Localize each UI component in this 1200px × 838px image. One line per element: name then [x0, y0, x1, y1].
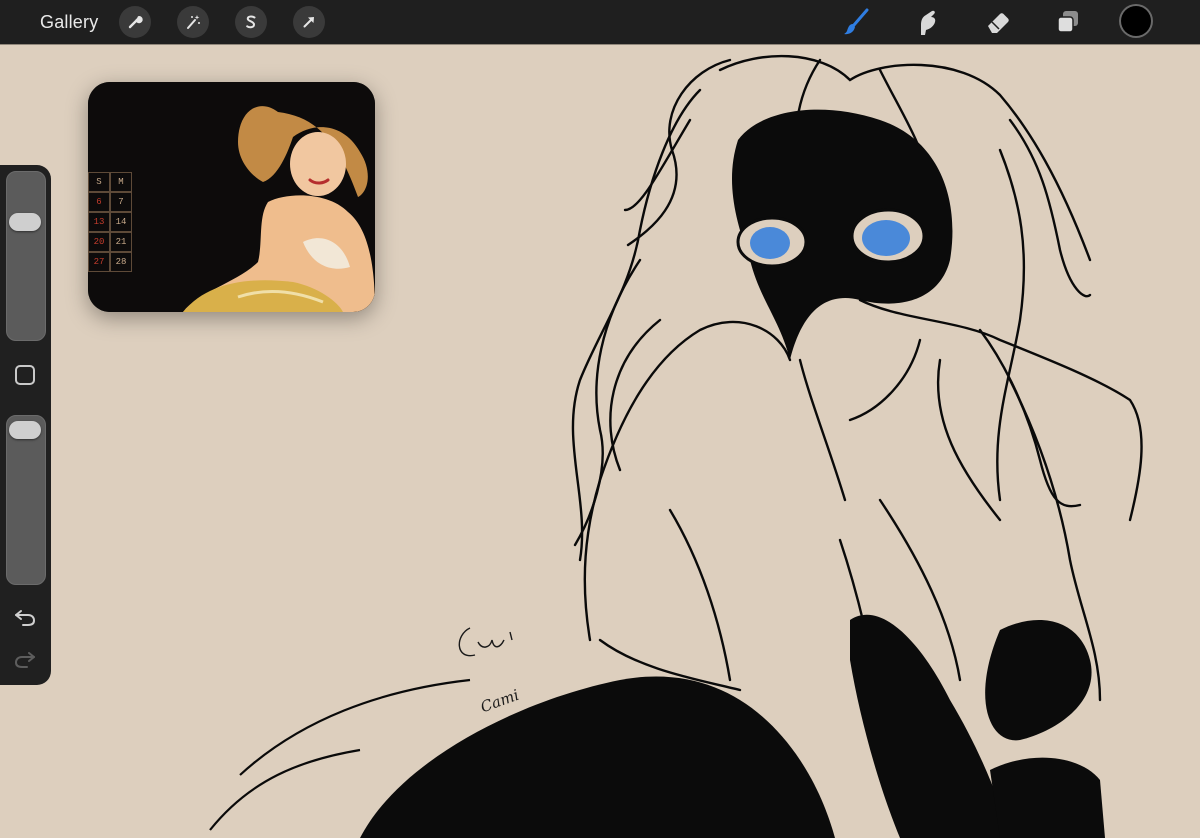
calendar-fragment: S M 6 7 13 14 20 21 27 28 [88, 172, 132, 272]
calendar-row: 20 21 [88, 232, 132, 252]
signature-glyphs [458, 627, 513, 657]
reference-window[interactable]: S M 6 7 13 14 20 21 27 28 [88, 82, 375, 312]
actions-wrench-icon[interactable] [119, 6, 151, 38]
transform-arrow-icon[interactable] [293, 6, 325, 38]
opacity-slider-thumb[interactable] [9, 420, 41, 439]
opacity-slider[interactable] [6, 415, 46, 585]
calendar-cell: 28 [110, 252, 132, 272]
brush-size-slider[interactable] [6, 171, 46, 341]
calendar-row: 6 7 [88, 192, 132, 212]
redo-icon[interactable] [13, 647, 37, 671]
adjustments-magic-wand-icon[interactable] [177, 6, 209, 38]
calendar-cell: 14 [110, 212, 132, 232]
eraser-icon[interactable] [980, 4, 1016, 40]
left-sidebar [0, 165, 51, 685]
brush-size-slider-thumb[interactable] [9, 213, 41, 232]
selection-s-icon[interactable] [235, 6, 267, 38]
calendar-row: 27 28 [88, 252, 132, 272]
undo-icon[interactable] [13, 605, 37, 629]
layers-icon[interactable] [1050, 4, 1086, 40]
gallery-button[interactable]: Gallery [40, 0, 98, 44]
paint-brush-icon[interactable] [838, 4, 874, 40]
calendar-cell: 7 [110, 192, 132, 212]
top-toolbar: Gallery [0, 0, 1200, 44]
calendar-header-cell: S [88, 172, 110, 192]
color-picker-swatch[interactable] [1121, 6, 1151, 36]
calendar-header-cell: M [110, 172, 132, 192]
calendar-cell: 27 [88, 252, 110, 272]
calendar-cell: 21 [110, 232, 132, 252]
calendar-cell: 6 [88, 192, 110, 212]
calendar-row: 13 14 [88, 212, 132, 232]
calendar-cell: 20 [88, 232, 110, 252]
smudge-finger-icon[interactable] [909, 4, 945, 40]
garment-shape [360, 676, 835, 838]
calendar-header-row: S M [88, 172, 132, 192]
modify-square-button[interactable] [15, 365, 35, 385]
calendar-cell: 13 [88, 212, 110, 232]
